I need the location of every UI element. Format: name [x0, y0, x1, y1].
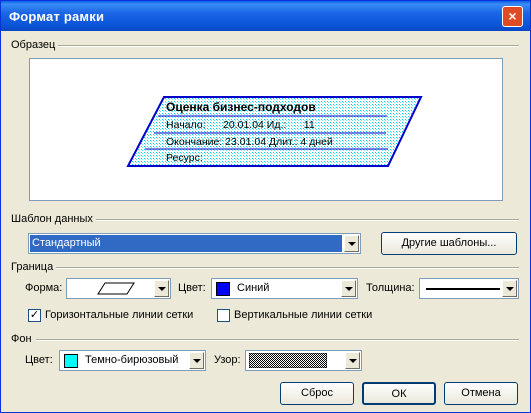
vertical-gridlines-checkbox[interactable]	[217, 309, 230, 322]
sample-box-title: Оценка бизнес-подходов	[166, 100, 316, 114]
border-separator	[56, 267, 519, 269]
title-bar: Формат рамки ×	[1, 1, 530, 31]
pattern-label: Узор:	[214, 354, 241, 366]
line-thickness-icon	[426, 288, 500, 290]
background-separator	[36, 339, 519, 341]
template-select[interactable]: Стандартный	[28, 233, 361, 254]
chevron-down-icon[interactable]	[154, 280, 169, 297]
border-section-label: Граница	[11, 261, 57, 273]
vertical-gridlines-label[interactable]: Вертикальные линии сетки	[234, 309, 372, 321]
sample-preview: Оценка бизнес-подходов Начало: 20.01.04 …	[29, 58, 503, 201]
ok-button[interactable]: ОК	[362, 382, 436, 405]
sample-separator	[56, 45, 519, 47]
sample-row-resource: Ресурс:	[166, 152, 203, 164]
chevron-down-icon[interactable]	[345, 352, 360, 369]
parallelogram-shape-icon	[97, 282, 135, 295]
chevron-down-icon[interactable]	[502, 280, 517, 297]
thickness-label: Толщина:	[366, 282, 415, 294]
shape-label: Форма:	[25, 282, 63, 294]
reset-button[interactable]: Сброс	[280, 382, 354, 405]
dotted-pattern-icon	[249, 353, 327, 368]
blue-color-swatch	[216, 282, 230, 296]
template-selected-value: Стандартный	[30, 235, 342, 252]
shape-select[interactable]	[66, 278, 171, 299]
dialog-title: Формат рамки	[9, 9, 105, 24]
pattern-select[interactable]	[245, 350, 362, 371]
format-box-dialog: Формат рамки × Образец Оценка бизнес-под…	[0, 0, 531, 413]
sample-row-start: Начало: 20.01.04 Ид.: 11	[166, 119, 315, 131]
sample-section-label: Образец	[11, 39, 59, 51]
sample-row-finish: Окончание: 23.01.04 Длит.: 4 дней	[166, 136, 333, 148]
background-color-value: Темно-бирюзовый	[85, 354, 179, 366]
border-color-value: Синий	[237, 282, 270, 294]
background-color-label: Цвет:	[25, 354, 53, 366]
cancel-button[interactable]: Отмена	[444, 382, 518, 405]
turquoise-color-swatch	[64, 354, 78, 368]
chevron-down-icon[interactable]	[341, 280, 356, 297]
background-color-select[interactable]: Темно-бирюзовый	[59, 350, 206, 371]
thickness-select[interactable]	[419, 278, 519, 299]
template-separator	[96, 219, 519, 221]
chevron-down-icon[interactable]	[189, 352, 204, 369]
horizontal-gridlines-label[interactable]: Горизонтальные линии сетки	[45, 309, 193, 321]
border-color-label: Цвет:	[178, 282, 206, 294]
template-section-label: Шаблон данных	[11, 213, 96, 225]
close-button[interactable]: ×	[502, 6, 523, 27]
horizontal-gridlines-checkbox[interactable]: ✓	[28, 309, 41, 322]
background-section-label: Фон	[11, 333, 35, 345]
other-templates-button[interactable]: Другие шаблоны...	[381, 232, 517, 255]
border-color-select[interactable]: Синий	[211, 278, 358, 299]
chevron-down-icon[interactable]	[344, 235, 359, 252]
